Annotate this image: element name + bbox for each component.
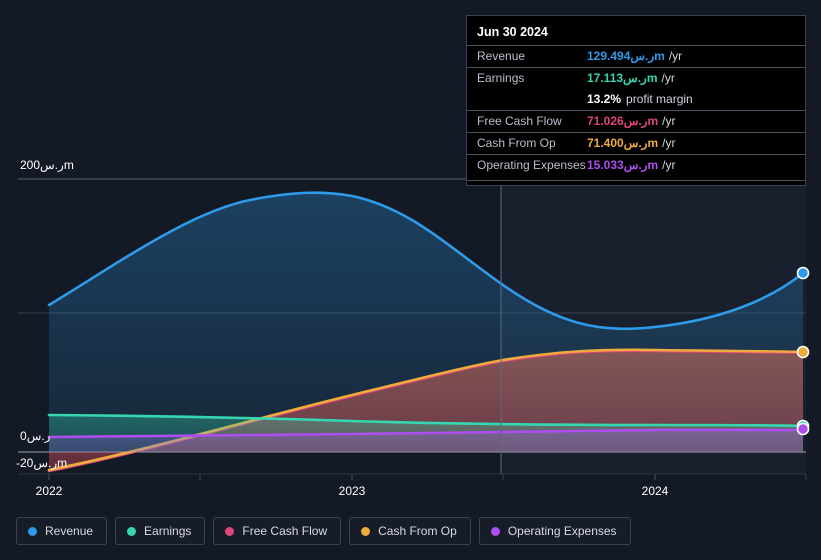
tooltip-label-earnings: Earnings — [477, 71, 525, 85]
tooltip-unit-cash-from-op: /yr — [662, 136, 676, 150]
legend-dot-free-cash-flow-icon — [225, 526, 235, 536]
legend-item-cash-from-op[interactable]: Cash From Op — [349, 517, 471, 545]
tooltip-value-free-cash-flow: 71.026ر.سm — [587, 114, 659, 128]
tooltip-label-cash-from-op: Cash From Op — [477, 136, 556, 150]
tooltip-row-earnings: Earnings 17.113ر.سm /yr — [467, 67, 805, 89]
tooltip-value-earnings: 17.113ر.سm — [587, 71, 658, 85]
tooltip-unit-revenue: /yr — [668, 49, 683, 63]
tooltip-row-cash-from-op: Cash From Op 71.400ر.سm /yr — [467, 132, 805, 154]
tooltip-text-profit-margin: profit margin — [626, 92, 693, 106]
legend-label-cash-from-op: Cash From Op — [378, 524, 457, 538]
legend-dot-revenue-icon — [28, 526, 37, 536]
tooltip-row-revenue: Revenue 129.494ر.سm /yr — [467, 45, 805, 67]
legend-item-earnings[interactable]: Earnings — [115, 517, 206, 545]
legend-label-revenue: Revenue — [45, 524, 94, 538]
y-axis-label-negative: -20ر.سm — [16, 456, 68, 470]
y-axis-label-top: 200ر.سm — [20, 158, 74, 172]
y-axis-label-zero: 0ر.س — [20, 429, 51, 443]
tooltip-unit-earnings: /yr — [661, 71, 675, 85]
chart-legend: Revenue Earnings Free Cash Flow Cash Fro… — [16, 517, 631, 545]
tooltip-value-profit-margin: 13.2% — [587, 92, 622, 106]
legend-item-revenue[interactable]: Revenue — [16, 517, 108, 545]
tooltip-label-operating-expenses: Operating Expenses — [477, 158, 586, 172]
legend-dot-operating-expenses-icon — [490, 526, 500, 536]
x-tick-marks — [48, 474, 807, 480]
legend-dot-cash-from-op-icon — [361, 526, 371, 536]
tooltip-value-operating-expenses: 15.033ر.سm — [587, 158, 659, 172]
tooltip-label-free-cash-flow: Free Cash Flow — [477, 114, 562, 128]
tooltip-label-revenue: Revenue — [477, 49, 526, 63]
x-axis-label-2023: 2023 — [338, 484, 366, 498]
legend-label-operating-expenses: Operating Expenses — [507, 524, 617, 538]
tooltip-row-profit-margin: 13.2% profit margin — [467, 89, 805, 110]
tooltip-row-free-cash-flow: Free Cash Flow 71.026ر.سm /yr — [467, 110, 805, 132]
tooltip-footer-rule — [467, 180, 805, 181]
legend-dot-earnings-icon — [127, 526, 137, 536]
chart-tooltip: Jun 30 2024 Revenue 129.494ر.سm /yr Earn… — [466, 15, 806, 186]
tooltip-date: Jun 30 2024 — [477, 25, 548, 39]
x-axis-label-2024: 2024 — [641, 484, 669, 498]
tooltip-value-revenue: 129.494ر.سm — [587, 49, 665, 63]
legend-label-free-cash-flow: Free Cash Flow — [242, 524, 328, 538]
tooltip-row-operating-expenses: Operating Expenses 15.033ر.سm /yr — [467, 154, 805, 176]
legend-item-free-cash-flow[interactable]: Free Cash Flow — [213, 517, 342, 545]
tooltip-unit-operating-expenses: /yr — [662, 158, 676, 172]
tooltip-value-cash-from-op: 71.400ر.سm — [587, 136, 659, 150]
tooltip-unit-free-cash-flow: /yr — [662, 114, 676, 128]
legend-label-earnings: Earnings — [144, 524, 192, 538]
legend-item-operating-expenses[interactable]: Operating Expenses — [478, 517, 631, 545]
x-axis-label-2022: 2022 — [35, 484, 63, 498]
